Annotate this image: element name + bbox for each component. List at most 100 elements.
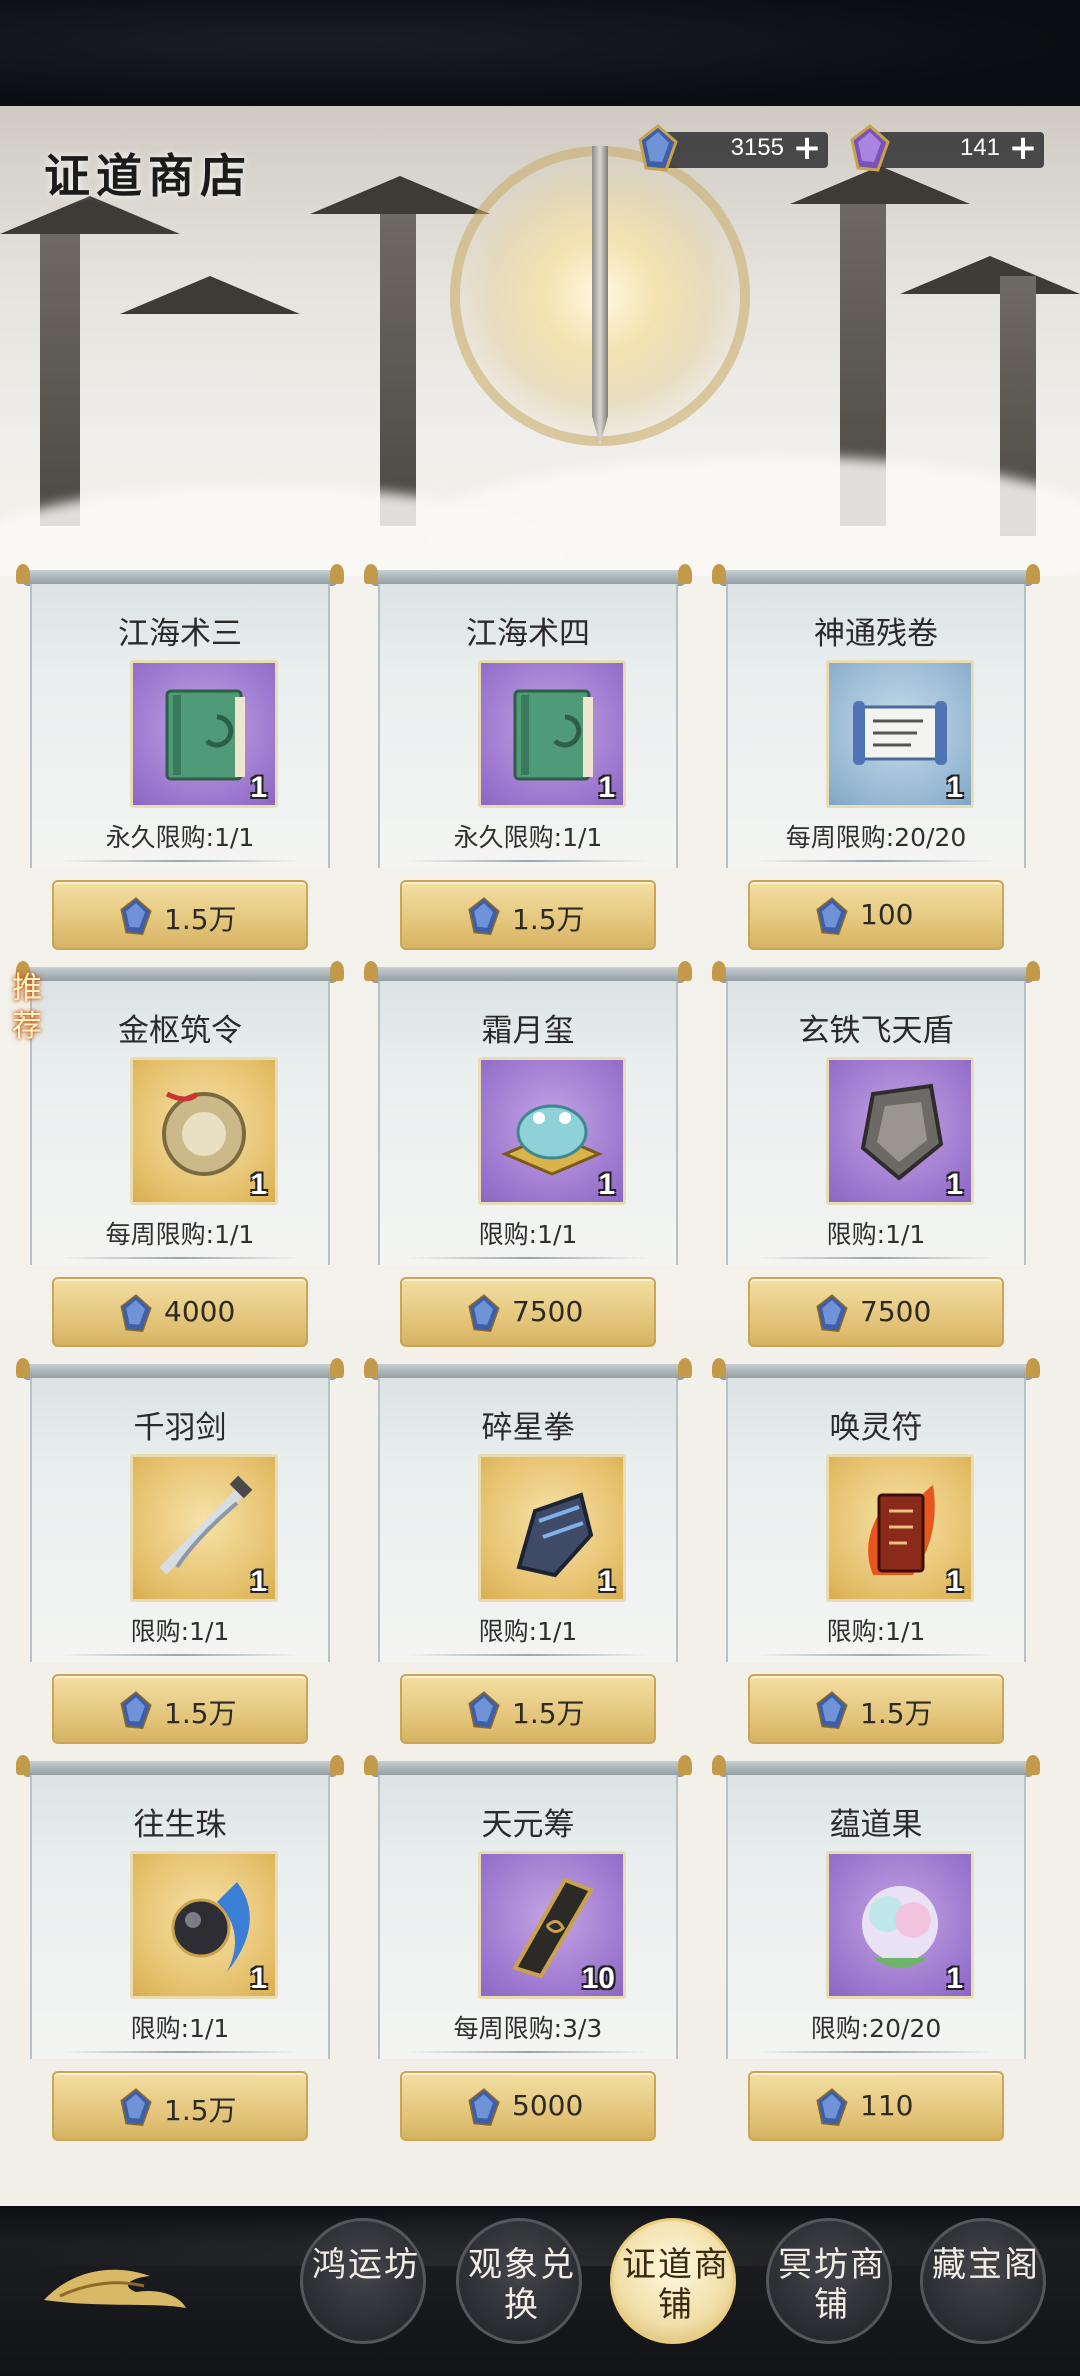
item-price: 1.5万: [164, 1697, 237, 1730]
nav-tab-4[interactable]: 藏宝阁: [920, 2218, 1046, 2344]
golden-cloud-logo-icon: [44, 2269, 186, 2308]
item-price: 5000: [512, 2089, 584, 2122]
buy-button[interactable]: 1.5万: [748, 1674, 1004, 1744]
buy-button[interactable]: 1.5万: [52, 880, 308, 950]
green-book-icon: [513, 689, 593, 781]
nav-tab-label: 鸿运坊: [312, 2245, 420, 2285]
currency-amount: 141: [959, 134, 1000, 161]
peach-fruit-icon: [862, 1886, 938, 1968]
blue-crystal-icon: [638, 124, 678, 172]
purchase-limit: 限购:20/20: [810, 2014, 942, 2043]
green-book-icon: [165, 689, 245, 781]
item-icon-slot[interactable]: 1: [130, 1454, 278, 1602]
item-quantity: 1: [946, 1168, 963, 1201]
shop-item-card[interactable]: 千羽剑 1 限购:1/1 1.5万: [16, 1358, 344, 1747]
add-currency-button[interactable]: +: [1008, 131, 1038, 165]
blue-crystal-icon: [468, 1294, 500, 1333]
buy-button[interactable]: 5000: [400, 2071, 656, 2141]
item-quantity: 1: [250, 771, 267, 804]
item-name: 唤灵符: [829, 1410, 923, 1446]
purchase-limit: 限购:1/1: [478, 1220, 578, 1249]
blue-crystal-icon: [468, 2088, 500, 2127]
nav-tab-label: 冥坊商铺: [778, 2245, 886, 2325]
currency-purple: 141 +: [850, 124, 1044, 172]
item-quantity: 1: [250, 1565, 267, 1598]
item-icon-slot[interactable]: 10: [478, 1851, 626, 1999]
shop-item-card[interactable]: 天元筹 10 每周限购:3/3 5000: [364, 1755, 692, 2144]
item-icon-slot[interactable]: 1: [478, 1057, 626, 1205]
pagoda-pillar: [40, 226, 80, 526]
shop-item-card[interactable]: 金枢筑令 1 每周限购:1/1 4000: [16, 961, 344, 1350]
item-name: 金枢筑令: [118, 1013, 242, 1049]
pagoda-roof: [310, 176, 490, 214]
buy-button[interactable]: 7500: [400, 1277, 656, 1347]
page-title: 证道商店: [44, 149, 252, 203]
shop-item-card[interactable]: 往生珠 1 限购:1/1 1.5万: [16, 1755, 344, 2144]
add-currency-button[interactable]: +: [792, 131, 822, 165]
blue-crystal-icon: [816, 897, 848, 936]
divider: [60, 860, 300, 862]
item-price: 1.5万: [164, 2094, 237, 2127]
purchase-limit: 每周限购:3/3: [453, 2014, 603, 2043]
flame-talisman-icon: [868, 1485, 935, 1575]
buy-button[interactable]: 1.5万: [52, 2071, 308, 2141]
buy-button[interactable]: 1.5万: [400, 1674, 656, 1744]
purchase-limit: 限购:1/1: [478, 1617, 578, 1646]
buy-button[interactable]: 4000: [52, 1277, 308, 1347]
divider: [756, 2051, 996, 2053]
item-icon-slot[interactable]: 1: [130, 1057, 278, 1205]
shop-item-card[interactable]: 神通残卷 1 每周限购:20/20 100: [712, 564, 1040, 953]
item-icon-slot[interactable]: 1: [826, 660, 974, 808]
item-name: 千羽剑: [133, 1410, 227, 1446]
shop-item-card[interactable]: 江海术四 1 永久限购:1/1 1.5万: [364, 564, 692, 953]
buy-button[interactable]: 1.5万: [400, 880, 656, 950]
item-name: 天元筹: [481, 1807, 575, 1843]
item-price: 100: [860, 898, 914, 931]
blue-crystal-icon: [120, 897, 152, 936]
blue-crystal-icon: [120, 1691, 152, 1730]
item-icon-slot[interactable]: 1: [130, 660, 278, 808]
shop-item-card[interactable]: 霜月玺 1 限购:1/1 7500: [364, 961, 692, 1350]
buy-button[interactable]: 100: [748, 880, 1004, 950]
item-price: 7500: [512, 1295, 584, 1328]
nav-tab-0[interactable]: 鸿运坊: [300, 2218, 426, 2344]
purchase-limit: 永久限购:1/1: [105, 823, 255, 852]
item-quantity: 1: [598, 771, 615, 804]
shop-item-card[interactable]: 唤灵符 1 限购:1/1 1.5万: [712, 1358, 1040, 1747]
shop-item-card[interactable]: 江海术三 1 永久限购:1/1 1.5万: [16, 564, 344, 953]
purple-crystal-icon: [850, 124, 890, 172]
item-icon-slot[interactable]: 1: [130, 1851, 278, 1999]
item-icon-slot[interactable]: 1: [478, 660, 626, 808]
item-name: 霜月玺: [481, 1013, 575, 1049]
blue-crystal-icon: [468, 897, 500, 936]
blue-crystal-icon: [468, 1691, 500, 1730]
item-quantity: 1: [250, 1962, 267, 1995]
golden-token-icon: [162, 1091, 246, 1176]
nav-tab-3[interactable]: 冥坊商铺: [766, 2218, 892, 2344]
blue-crystal-icon: [120, 2088, 152, 2127]
shop-item-card[interactable]: 蕴道果 1 限购:20/20 110: [712, 1755, 1040, 2144]
item-icon-slot[interactable]: 1: [826, 1454, 974, 1602]
pagoda-roof: [900, 256, 1080, 294]
shop-item-card[interactable]: 碎星拳 1 限购:1/1 1.5万: [364, 1358, 692, 1747]
item-icon-slot[interactable]: 1: [478, 1454, 626, 1602]
nav-tab-label: 证道商铺: [622, 2245, 730, 2325]
buy-button[interactable]: 1.5万: [52, 1674, 308, 1744]
item-icon-slot[interactable]: 1: [826, 1057, 974, 1205]
item-quantity: 1: [598, 1168, 615, 1201]
purchase-limit: 限购:1/1: [130, 2014, 230, 2043]
item-price: 4000: [164, 1295, 236, 1328]
blue-crystal-icon: [120, 1294, 152, 1333]
frog-seal-icon: [501, 1104, 603, 1176]
item-price: 1.5万: [860, 1697, 933, 1730]
currency-blue: 3155 +: [638, 124, 828, 172]
buy-button[interactable]: 7500: [748, 1277, 1004, 1347]
item-icon-slot[interactable]: 1: [826, 1851, 974, 1999]
item-quantity: 1: [250, 1168, 267, 1201]
divider: [408, 2051, 648, 2053]
shop-item-card[interactable]: 玄铁飞天盾 1 限购:1/1 7500: [712, 961, 1040, 1350]
nav-tab-2[interactable]: 证道商铺: [610, 2218, 736, 2344]
buy-button[interactable]: 110: [748, 2071, 1004, 2141]
cloud: [420, 456, 1080, 576]
nav-tab-1[interactable]: 观象兑换: [456, 2218, 582, 2344]
